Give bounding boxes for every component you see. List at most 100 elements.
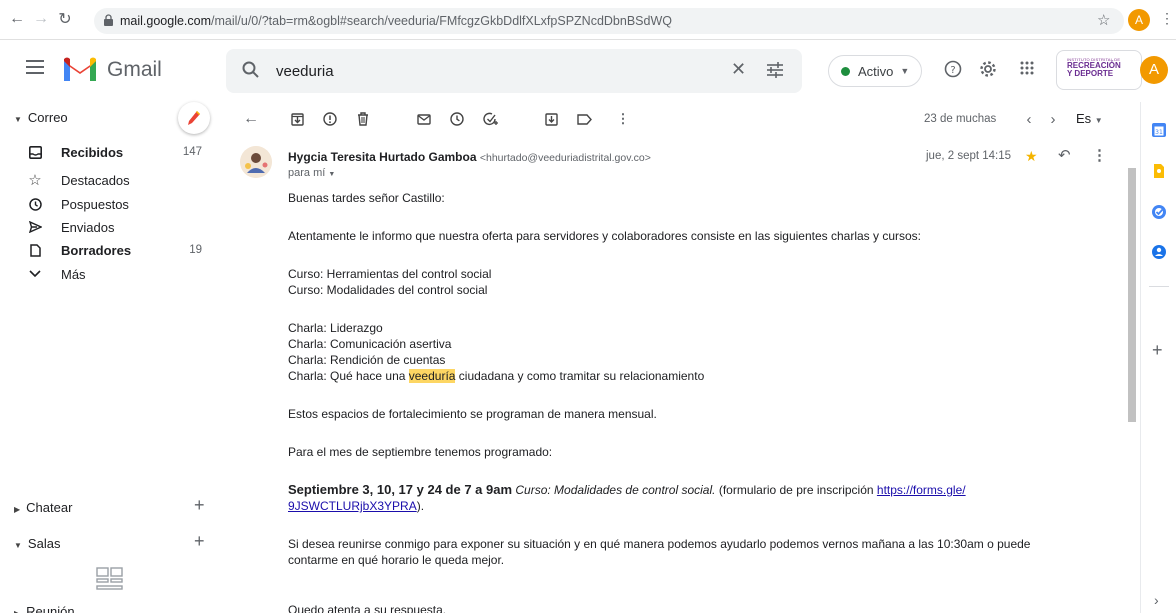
meet-section-label: Reunión: [26, 604, 75, 613]
sidebar-item-sent[interactable]: Enviados: [0, 216, 226, 238]
message-more-icon[interactable]: ⋮: [1092, 146, 1107, 164]
organization-logo[interactable]: INSTITUTO DISTRITAL DE RECREACIÓN Y DEPO…: [1056, 50, 1142, 90]
gmail-logo-icon[interactable]: [62, 55, 98, 83]
reply-icon[interactable]: ↶: [1058, 146, 1071, 164]
sidebar-item-more[interactable]: Más: [0, 263, 226, 285]
active-status-dot: [841, 66, 850, 76]
sidebar-item-snoozed[interactable]: Pospuestos: [0, 193, 226, 215]
talk-line: Charla: Comunicación asertiva: [288, 337, 452, 351]
help-icon[interactable]: ?: [942, 60, 964, 82]
sidebar-item-drafts[interactable]: Borradores 19: [0, 239, 226, 261]
starred-icon[interactable]: ★: [1025, 148, 1038, 165]
apps-grid-icon[interactable]: [1016, 60, 1038, 82]
triangle-down-icon: ▼: [14, 115, 22, 124]
message-date: jue, 2 sept 14:15: [926, 150, 1012, 162]
add-task-icon[interactable]: [482, 110, 500, 128]
meet-section-toggle[interactable]: ▶ Reunión: [14, 604, 75, 613]
caret-down-icon: ▼: [1094, 116, 1103, 125]
lock-icon: [104, 14, 113, 26]
snooze-icon[interactable]: [448, 110, 466, 128]
chat-section-label: Chatear: [26, 500, 73, 515]
org-line2b: Y DEPORTE: [1067, 69, 1114, 78]
send-icon: [28, 220, 42, 234]
gmail-header: Gmail veeduria ✕ Activo ▼ ? INSTITUTO DI…: [0, 40, 1176, 102]
url-host: mail.google.com: [120, 14, 212, 28]
newer-chevron-icon[interactable]: ‹: [1020, 110, 1038, 128]
form-link[interactable]: https://forms.gle/: [877, 483, 966, 497]
settings-gear-icon[interactable]: [977, 60, 999, 82]
archive-icon[interactable]: [288, 110, 306, 128]
delete-icon[interactable]: [354, 110, 372, 128]
sidebar-item-label: Más: [61, 266, 86, 282]
caret-down-icon: ▼: [328, 171, 336, 178]
keep-icon[interactable]: [1151, 163, 1167, 179]
compose-button[interactable]: [178, 102, 210, 134]
report-spam-icon[interactable]: [321, 110, 339, 128]
chevron-down-icon: [28, 267, 42, 281]
label-icon[interactable]: [575, 110, 593, 128]
draft-icon: [28, 243, 42, 257]
browser-menu-icon[interactable]: ⋮: [1160, 10, 1174, 27]
scrollbar-thumb[interactable]: [1128, 168, 1136, 422]
sender-photo-icon: [240, 146, 272, 178]
status-dropdown[interactable]: Activo ▼: [828, 55, 922, 87]
recipient-toggle[interactable]: para mí ▼: [288, 167, 335, 179]
schedule-course: Curso: Modalidades de control social.: [515, 483, 716, 497]
calendar-icon[interactable]: 31: [1151, 122, 1167, 138]
link-suffix: ).: [416, 499, 425, 513]
sidebar-item-label: Pospuestos: [61, 196, 129, 212]
add-addon-icon[interactable]: +: [1152, 340, 1163, 361]
status-label: Activo: [858, 63, 894, 79]
input-language-selector[interactable]: Es ▼: [1076, 111, 1103, 126]
reload-icon[interactable]: ↻: [54, 9, 76, 29]
talk-text: ciudadana y como tramitar su relacionami…: [455, 369, 705, 383]
main-menu-icon[interactable]: [26, 60, 44, 78]
move-to-icon[interactable]: [542, 110, 560, 128]
search-options-icon[interactable]: [766, 62, 784, 78]
monthly-paragraph: Estos espacios de fortalecimiento se pro…: [288, 407, 657, 421]
browser-profile-avatar[interactable]: A: [1128, 9, 1150, 31]
back-to-list-icon[interactable]: ←: [242, 110, 260, 128]
talk-line-highlighted: Charla: Qué hace una veeduría ciudadana …: [288, 368, 704, 384]
clear-search-icon[interactable]: ✕: [731, 59, 746, 80]
rooms-section-toggle[interactable]: ▼ Salas: [14, 536, 60, 551]
add-room-icon[interactable]: +: [194, 531, 205, 552]
message-view: Hygcia Teresita Hurtado Gamboa <hhurtado…: [226, 136, 1126, 613]
account-avatar[interactable]: A: [1140, 56, 1168, 84]
language-label: Es: [1076, 111, 1092, 126]
side-panel: 31 + ›: [1140, 102, 1176, 613]
mark-unread-icon[interactable]: [415, 110, 433, 128]
sender-avatar[interactable]: [240, 146, 272, 178]
sidebar-item-starred[interactable]: ☆ Destacados: [0, 169, 226, 191]
sidebar-item-inbox[interactable]: Recibidos 147: [0, 141, 226, 163]
forward-arrow-icon[interactable]: →: [30, 10, 52, 28]
svg-text:31: 31: [1155, 129, 1163, 136]
sender-email: <hhurtado@veeduriadistrital.gov.co>: [479, 152, 651, 164]
form-link-continued[interactable]: 9JSWCTLURjbX3YPRA: [288, 499, 417, 513]
triangle-right-icon: ▶: [14, 609, 20, 613]
older-chevron-icon[interactable]: ›: [1044, 110, 1062, 128]
search-icon[interactable]: [242, 61, 260, 79]
chat-section-toggle[interactable]: ▶ Chatear: [14, 500, 72, 515]
panel-divider: [1149, 286, 1169, 287]
sidebar-item-count: 19: [189, 244, 202, 256]
sidebar-item-label: Borradores: [61, 242, 132, 258]
rooms-empty-icon: [96, 567, 123, 590]
sender-name[interactable]: Hygcia Teresita Hurtado Gamboa: [288, 150, 477, 164]
tasks-icon[interactable]: [1151, 204, 1167, 220]
bookmark-star-icon[interactable]: ☆: [1097, 11, 1110, 29]
pagination-count: 23 de muchas: [924, 113, 997, 125]
caret-down-icon: ▼: [900, 66, 910, 76]
show-panel-chevron-icon[interactable]: ›: [1154, 592, 1159, 608]
search-bar[interactable]: veeduria ✕: [226, 49, 802, 93]
mail-section-toggle[interactable]: ▼ Correo: [14, 110, 68, 125]
add-chat-icon[interactable]: +: [194, 495, 205, 516]
sidebar-item-count: 147: [182, 146, 202, 158]
more-options-icon[interactable]: ⋮: [614, 110, 632, 128]
search-input[interactable]: veeduria: [276, 63, 334, 80]
contacts-icon[interactable]: [1151, 244, 1167, 260]
course-line: Curso: Modalidades del control social: [288, 283, 488, 297]
back-arrow-icon[interactable]: ←: [6, 10, 28, 28]
address-bar[interactable]: mail.google.com/mail/u/0/?tab=rm&ogbl#se…: [94, 8, 1124, 34]
pencil-icon: [188, 111, 200, 125]
